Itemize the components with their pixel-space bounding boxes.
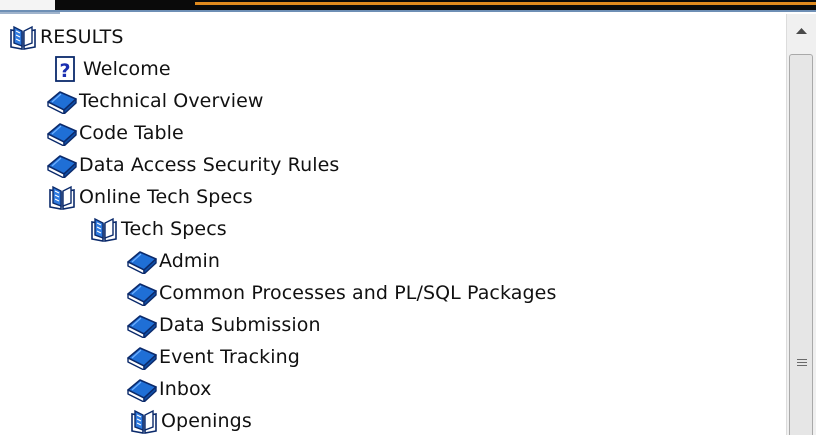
open-book-icon bbox=[128, 408, 160, 434]
grip-icon bbox=[797, 359, 807, 366]
scrollbar-thumb[interactable] bbox=[789, 54, 813, 435]
vertical-scrollbar[interactable] bbox=[786, 14, 816, 435]
closed-book-icon bbox=[126, 248, 158, 274]
closed-book-icon bbox=[126, 312, 158, 338]
open-book-icon bbox=[7, 24, 39, 50]
top-orange-band bbox=[195, 2, 816, 5]
open-book-icon bbox=[46, 184, 78, 210]
closed-book-icon bbox=[46, 88, 78, 114]
tree-item-label: Data Submission bbox=[159, 314, 321, 336]
tree-item-label: Welcome bbox=[83, 58, 171, 80]
closed-book-icon bbox=[46, 152, 78, 178]
tree-item-data-access-security-rules[interactable]: Data Access Security Rules bbox=[46, 150, 339, 180]
tree-item-welcome[interactable]: Welcome bbox=[50, 54, 171, 84]
tree-item-online-tech-specs[interactable]: Online Tech Specs bbox=[46, 182, 253, 212]
tree-item-technical-overview[interactable]: Technical Overview bbox=[46, 86, 264, 116]
tree-item-label: Data Access Security Rules bbox=[79, 154, 340, 176]
tree-item-label: Admin bbox=[159, 250, 221, 272]
tree-item-label: Tech Specs bbox=[121, 218, 227, 240]
top-light-band bbox=[0, 0, 55, 10]
open-book-icon bbox=[88, 216, 120, 242]
tree-item-data-submission[interactable]: Data Submission bbox=[126, 310, 321, 340]
tree-item-label: Online Tech Specs bbox=[79, 186, 253, 208]
closed-book-icon bbox=[126, 344, 158, 370]
closed-book-icon bbox=[46, 120, 78, 146]
tree-item-admin[interactable]: Admin bbox=[126, 246, 220, 276]
tree-item-label: Event Tracking bbox=[159, 346, 300, 368]
help-contents-tree: RESULTS Welcome Technical Overview Code … bbox=[0, 14, 786, 435]
tree-item-common-processes[interactable]: Common Processes and PL/SQL Packages bbox=[126, 278, 556, 308]
tree-item-openings[interactable]: Openings bbox=[128, 406, 252, 435]
tree-root-results[interactable]: RESULTS bbox=[7, 22, 124, 52]
tree-item-label: Inbox bbox=[159, 378, 212, 400]
tree-item-label: Technical Overview bbox=[79, 90, 264, 112]
tree-item-label: RESULTS bbox=[40, 26, 124, 48]
tree-item-label: Common Processes and PL/SQL Packages bbox=[159, 282, 557, 304]
scroll-up-arrow-icon[interactable] bbox=[787, 14, 816, 50]
tree-item-inbox[interactable]: Inbox bbox=[126, 374, 212, 404]
tree-item-label: Openings bbox=[161, 410, 252, 432]
closed-book-icon bbox=[126, 280, 158, 306]
tree-item-tech-specs[interactable]: Tech Specs bbox=[88, 214, 227, 244]
tree-item-code-table[interactable]: Code Table bbox=[46, 118, 184, 148]
help-page-icon bbox=[50, 56, 82, 82]
window-top-strip bbox=[0, 0, 816, 14]
closed-book-icon bbox=[126, 376, 158, 402]
tree-item-event-tracking[interactable]: Event Tracking bbox=[126, 342, 300, 372]
tree-item-label: Code Table bbox=[79, 122, 184, 144]
top-separator bbox=[0, 10, 816, 12]
